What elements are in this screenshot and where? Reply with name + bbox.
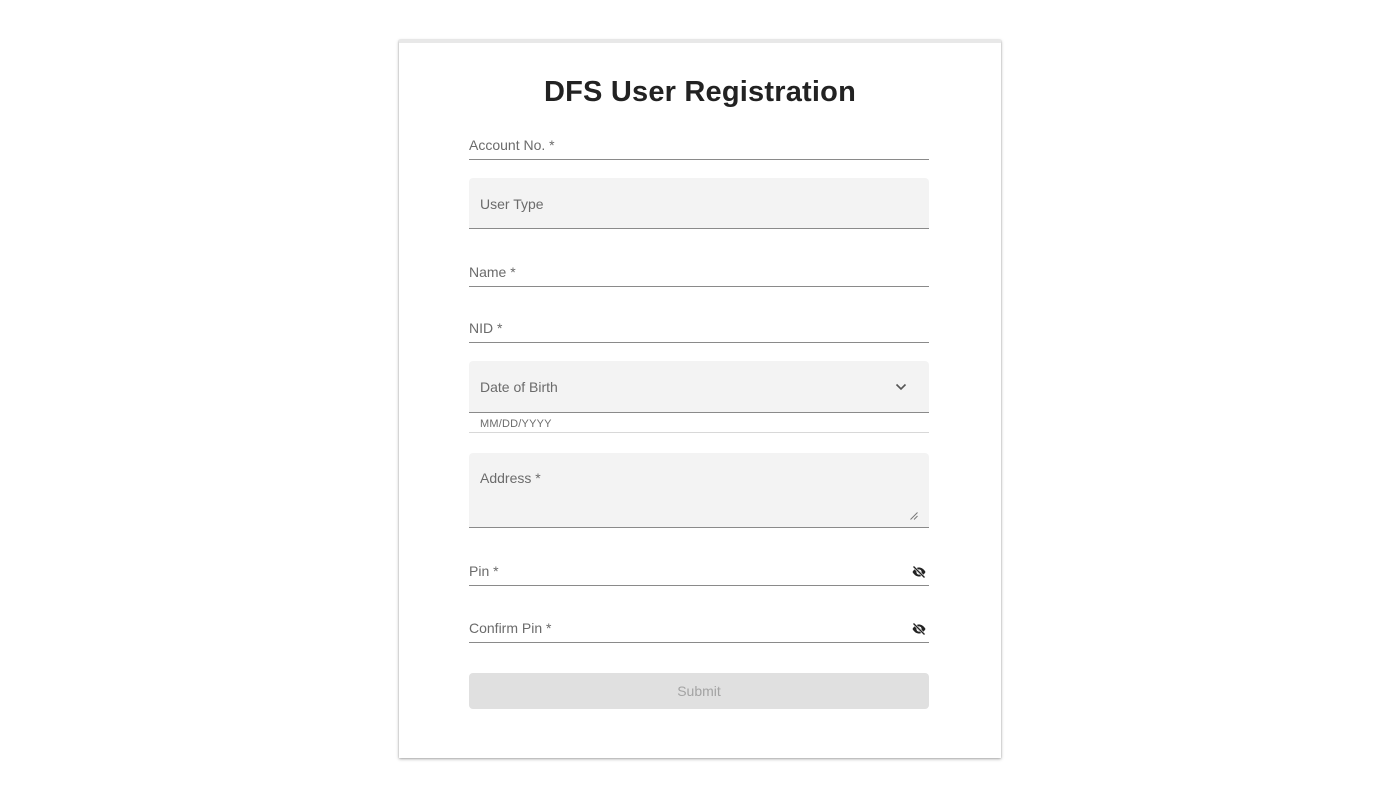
nid-field[interactable]: NID * — [469, 320, 929, 343]
account-number-label: Account No. * — [469, 137, 555, 153]
page-title: DFS User Registration — [544, 76, 856, 108]
account-number-field[interactable]: Account No. * — [469, 137, 929, 160]
resize-handle-icon[interactable] — [910, 512, 918, 520]
registration-card: DFS User Registration Account No. * User… — [399, 40, 1001, 758]
user-type-label: User Type — [480, 196, 544, 212]
eye-off-icon[interactable] — [911, 565, 927, 579]
confirm-pin-label: Confirm Pin * — [469, 620, 552, 636]
eye-off-icon[interactable] — [911, 622, 927, 636]
nid-label: NID * — [469, 320, 503, 336]
date-of-birth-label: Date of Birth — [480, 379, 558, 395]
address-label: Address * — [480, 470, 541, 486]
name-field[interactable]: Name * — [469, 264, 929, 287]
user-type-select[interactable]: User Type — [469, 178, 929, 229]
address-textarea[interactable]: Address * — [469, 453, 929, 528]
confirm-pin-field[interactable]: Confirm Pin * — [469, 620, 929, 643]
date-of-birth-field[interactable]: Date of Birth — [469, 361, 929, 413]
name-label: Name * — [469, 264, 516, 280]
chevron-down-icon[interactable] — [895, 382, 907, 392]
date-of-birth-hint: MM/DD/YYYY — [480, 418, 552, 430]
submit-button[interactable]: Submit — [469, 673, 929, 709]
pin-label: Pin * — [469, 563, 499, 579]
date-of-birth-hint-divider — [469, 432, 929, 433]
pin-field[interactable]: Pin * — [469, 563, 929, 586]
